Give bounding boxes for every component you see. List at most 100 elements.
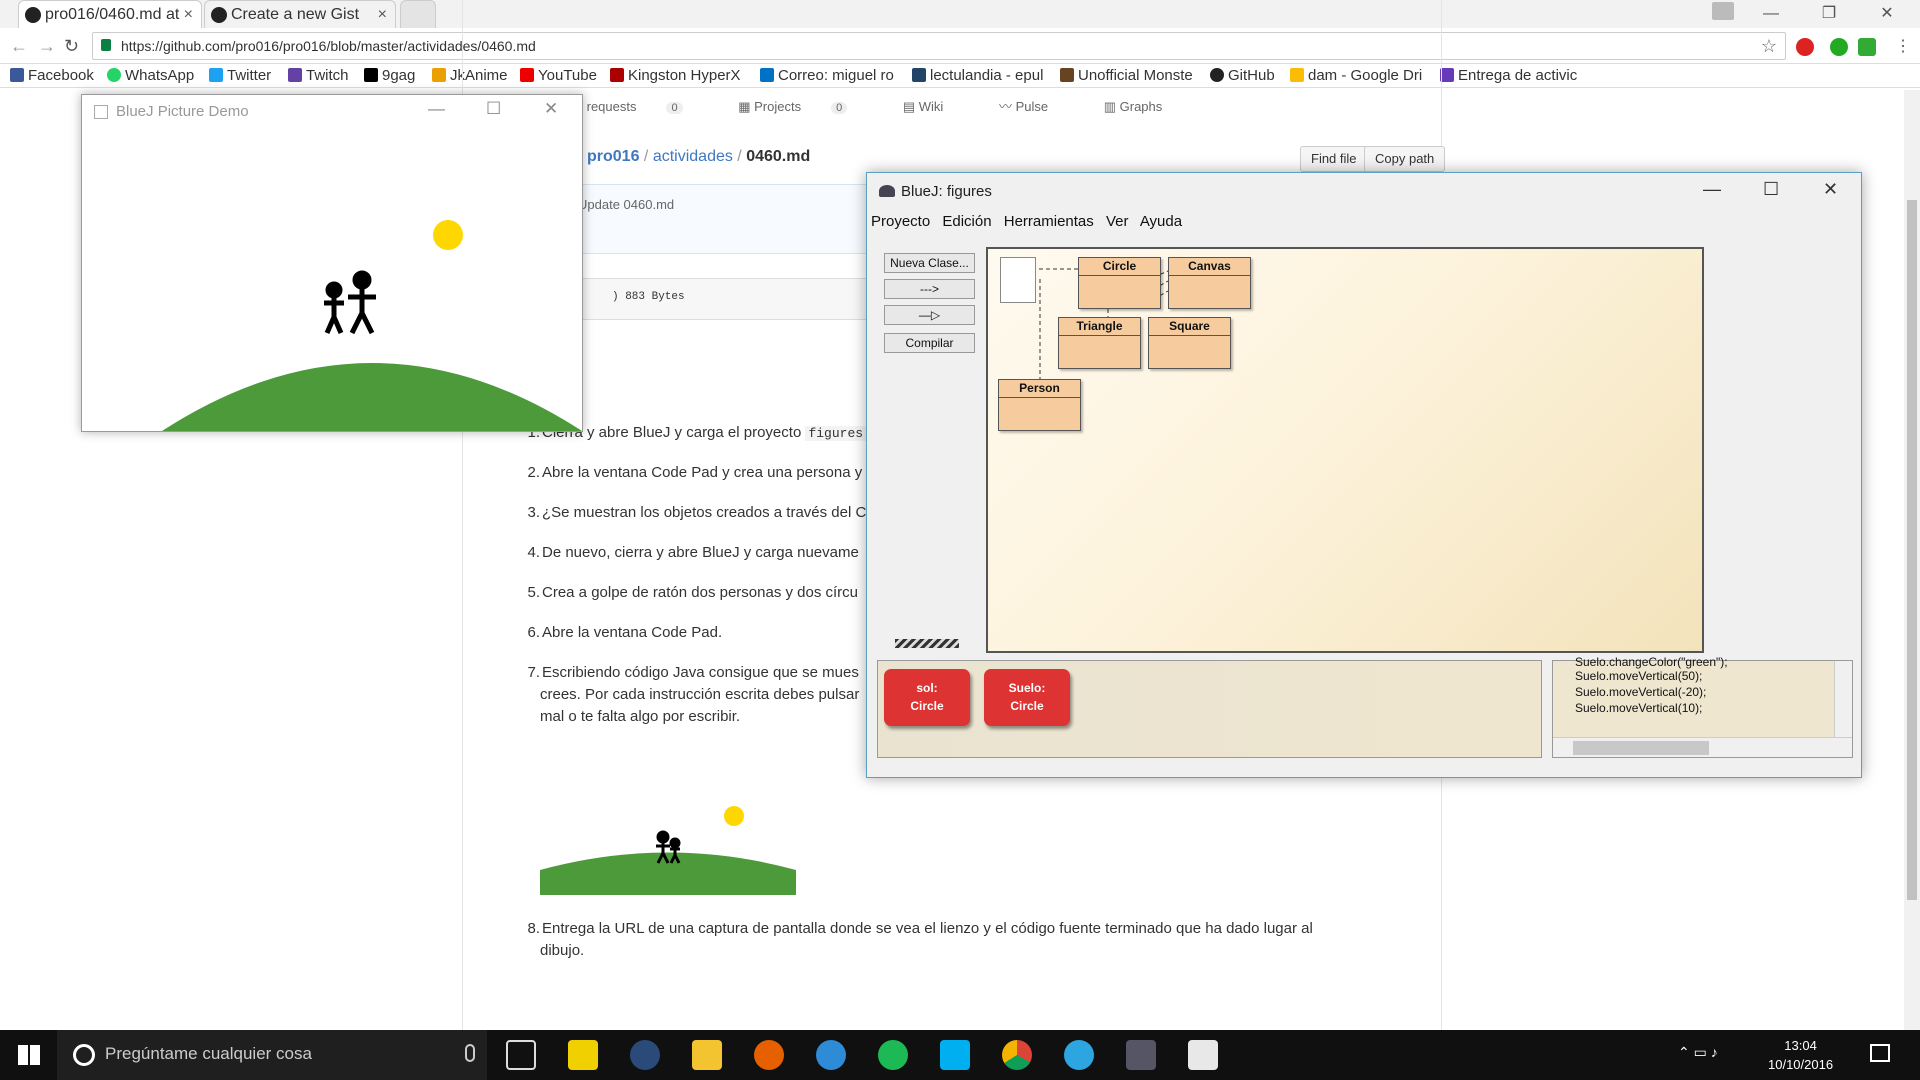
sticky-notes-icon[interactable] bbox=[568, 1040, 598, 1070]
codepad-line: Suelo.changeColor("green"); bbox=[1575, 655, 1728, 669]
app-icon[interactable] bbox=[816, 1040, 846, 1070]
search-box[interactable]: Pregúntame cualquier cosa bbox=[57, 1030, 487, 1080]
app-icon bbox=[94, 105, 108, 119]
picture-demo-window: BlueJ Picture Demo — ☐ ✕ bbox=[81, 94, 583, 432]
menu-ver[interactable]: Ver bbox=[1106, 213, 1129, 230]
close-icon[interactable]: × bbox=[378, 1, 387, 28]
inheritance-arrow-button[interactable]: —▷ bbox=[884, 305, 975, 325]
forward-icon[interactable]: → bbox=[38, 36, 56, 57]
code-pad[interactable]: Suelo.changeColor("green"); Suelo.moveVe… bbox=[1552, 655, 1853, 758]
menu-herramientas[interactable]: Herramientas bbox=[1004, 213, 1094, 230]
codepad-vertical-scrollbar[interactable] bbox=[1834, 661, 1852, 739]
tab-create-gist[interactable]: Create a new Gist × bbox=[204, 0, 396, 28]
search-placeholder: Pregúntame cualquier cosa bbox=[105, 1044, 312, 1063]
list-item: 2. Abre la ventana Code Pad y crea una pe… bbox=[527, 464, 863, 481]
compile-button[interactable]: Compilar bbox=[884, 333, 975, 353]
minimize-icon[interactable]: — bbox=[1703, 179, 1721, 200]
close-icon[interactable]: ✕ bbox=[1823, 179, 1838, 200]
tab-label: Create a new Gist bbox=[231, 6, 360, 23]
maximize-icon[interactable]: ☐ bbox=[1763, 179, 1779, 200]
extension-icon[interactable] bbox=[1858, 38, 1876, 56]
task-view-icon[interactable] bbox=[506, 1040, 536, 1070]
codepad-line: Suelo.moveVertical(50); bbox=[1575, 669, 1703, 683]
cortana-icon bbox=[73, 1044, 95, 1066]
back-icon[interactable]: ← bbox=[10, 36, 28, 57]
steam-icon[interactable] bbox=[630, 1040, 660, 1070]
codepad-line: Suelo.moveVertical(-20); bbox=[1575, 685, 1707, 699]
breadcrumb-dir[interactable]: actividades bbox=[653, 148, 733, 165]
class-circle[interactable]: Circle bbox=[1078, 257, 1161, 309]
profile-icon[interactable] bbox=[1712, 2, 1734, 20]
breadcrumb-file: 0460.md bbox=[746, 148, 811, 165]
list-item: 6. Abre la ventana Code Pad. bbox=[527, 624, 723, 641]
minimize-icon[interactable]: — bbox=[428, 99, 445, 119]
close-window-icon[interactable]: ✕ bbox=[1864, 0, 1910, 28]
list-item: 7. Escribiendo código Java consigue que s… bbox=[527, 664, 859, 681]
menu-proyecto[interactable]: Proyecto bbox=[871, 213, 930, 230]
object-suelo[interactable]: Suelo: Circle bbox=[984, 669, 1070, 726]
menu-icon[interactable]: ⋮ bbox=[1894, 38, 1912, 56]
bookmark-star-icon[interactable]: ☆ bbox=[1761, 36, 1777, 57]
new-tab-button[interactable] bbox=[400, 0, 436, 28]
file-explorer-icon[interactable] bbox=[692, 1040, 722, 1070]
scrollbar-thumb[interactable] bbox=[1907, 200, 1917, 900]
firefox-icon[interactable] bbox=[754, 1040, 784, 1070]
find-file-button[interactable]: Find file bbox=[1300, 146, 1368, 172]
menu-ayuda[interactable]: Ayuda bbox=[1140, 213, 1182, 230]
bluej-icon bbox=[879, 185, 895, 197]
maximize-icon[interactable]: ☐ bbox=[486, 99, 501, 119]
menu-edicion[interactable]: Edición bbox=[942, 213, 991, 230]
reload-icon[interactable]: ↻ bbox=[64, 36, 79, 57]
class-person[interactable]: Person bbox=[998, 379, 1081, 431]
nav-pulse[interactable]: 〰 Pulse bbox=[999, 99, 1074, 114]
bookmark-whatsapp[interactable]: WhatsApp bbox=[107, 67, 194, 84]
close-icon[interactable]: × bbox=[184, 1, 193, 28]
notifications-icon[interactable] bbox=[1870, 1044, 1890, 1062]
commit-message[interactable]: Update 0460.md bbox=[578, 197, 674, 212]
bookmark-entrega[interactable]: Entrega de activic bbox=[1440, 67, 1578, 84]
breadcrumb: pro016 / actividades / 0460.md bbox=[587, 148, 811, 165]
nav-projects[interactable]: ▦ Projects 0 bbox=[738, 99, 873, 114]
list-item: 4. De nuevo, cierra y abre BlueJ y carga … bbox=[527, 544, 859, 561]
bookmark-twitter[interactable]: Twitter bbox=[209, 67, 271, 84]
spotify-icon[interactable] bbox=[878, 1040, 908, 1070]
nav-graphs[interactable]: ▥ Graphs bbox=[1104, 99, 1189, 114]
bookmark-9gag[interactable]: 9gag bbox=[364, 67, 415, 84]
github-icon bbox=[211, 7, 227, 23]
breadcrumb-repo[interactable]: pro016 bbox=[587, 148, 639, 165]
restore-icon[interactable]: ❐ bbox=[1806, 0, 1852, 28]
object-sol[interactable]: sol: Circle bbox=[884, 669, 970, 726]
scrollbar-thumb[interactable] bbox=[1573, 741, 1709, 755]
extension-icon[interactable] bbox=[1830, 38, 1848, 56]
bluej-taskbar-icon[interactable] bbox=[1126, 1040, 1156, 1070]
readme-document-icon[interactable] bbox=[1000, 257, 1036, 303]
copy-path-button[interactable]: Copy path bbox=[1364, 146, 1446, 172]
bluej-window: BlueJ: figures — ☐ ✕ Proyecto Edición He… bbox=[866, 172, 1862, 778]
tab-github-file[interactable]: pro016/0460.md at × bbox=[18, 0, 202, 28]
telegram-icon[interactable] bbox=[1064, 1040, 1094, 1070]
example-drawing-image bbox=[540, 745, 796, 895]
chrome-icon[interactable] bbox=[1002, 1040, 1032, 1070]
class-square[interactable]: Square bbox=[1148, 317, 1231, 369]
minimize-icon[interactable]: — bbox=[1748, 0, 1794, 28]
nav-wiki[interactable]: ▤ Wiki bbox=[903, 99, 969, 114]
codepad-horizontal-scrollbar[interactable] bbox=[1553, 737, 1852, 757]
list-item-continuation: crees. Por cada instrucción escrita debe… bbox=[540, 686, 860, 703]
skype-icon[interactable] bbox=[940, 1040, 970, 1070]
clock[interactable]: 13:04 10/10/2016 bbox=[1768, 1036, 1833, 1074]
bookmark-twitch[interactable]: Twitch bbox=[288, 67, 349, 84]
nav-pull-requests[interactable]: ull requests 0 bbox=[570, 99, 709, 114]
microphone-icon[interactable] bbox=[465, 1044, 475, 1062]
java-icon[interactable] bbox=[1188, 1040, 1218, 1070]
adblock-icon[interactable] bbox=[1796, 38, 1814, 56]
new-class-button[interactable]: Nueva Clase... bbox=[884, 253, 975, 273]
page-scrollbar[interactable] bbox=[1904, 90, 1920, 1030]
start-icon[interactable] bbox=[18, 1045, 40, 1065]
dependency-arrow-button[interactable]: ---> bbox=[884, 279, 975, 299]
class-canvas[interactable]: Canvas bbox=[1168, 257, 1251, 309]
class-triangle[interactable]: Triangle bbox=[1058, 317, 1141, 369]
bookmark-facebook[interactable]: Facebook bbox=[10, 67, 94, 84]
close-icon[interactable]: ✕ bbox=[544, 99, 558, 119]
tray-icons[interactable]: ⌃ ▭ ♪ bbox=[1678, 1044, 1718, 1061]
class-diagram[interactable]: Circle Canvas Triangle Square Person bbox=[986, 247, 1704, 653]
